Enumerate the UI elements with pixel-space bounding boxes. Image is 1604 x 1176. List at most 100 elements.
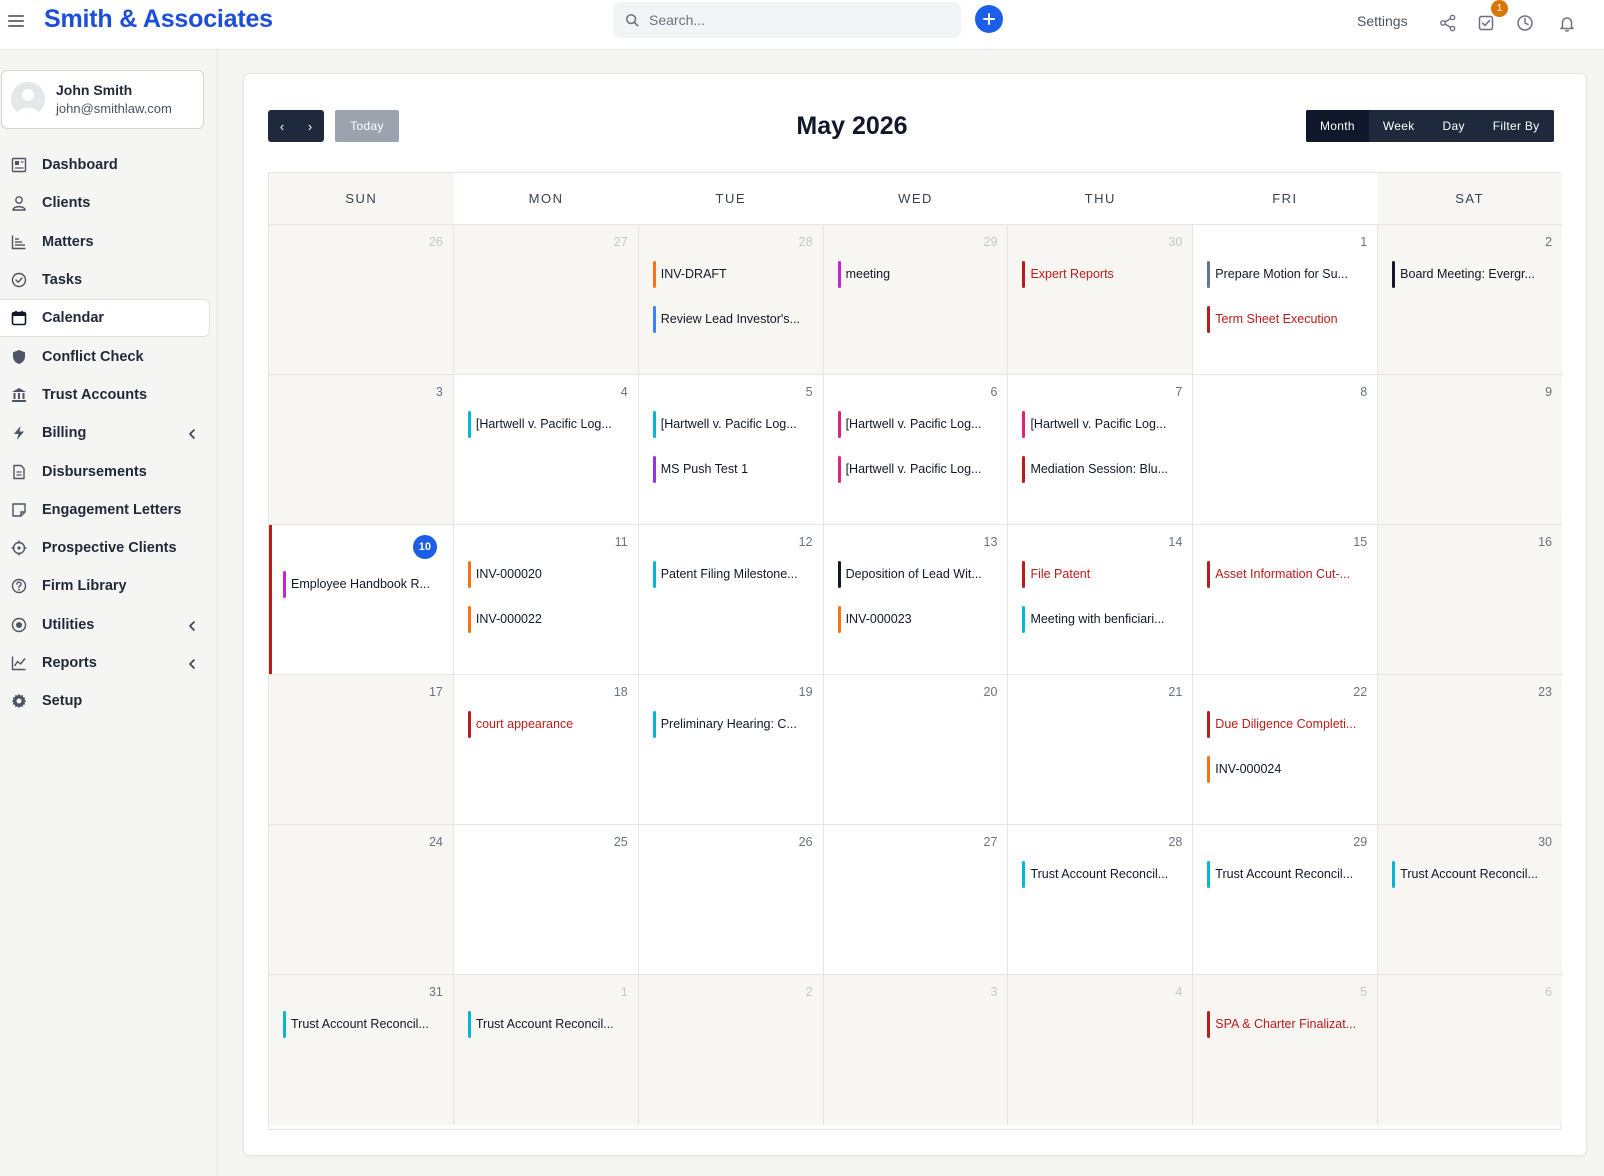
calendar-day-cell[interactable]: 17 bbox=[269, 675, 454, 824]
calendar-event[interactable]: File Patent bbox=[1022, 561, 1184, 588]
sidebar-item-billing[interactable]: Billing bbox=[0, 414, 218, 452]
brand-title[interactable]: Smith & Associates bbox=[44, 5, 273, 34]
calendar-day-cell-today[interactable]: 10 Employee Handbook R... bbox=[269, 525, 454, 674]
calendar-event[interactable]: Prepare Motion for Su... bbox=[1207, 261, 1369, 288]
sidebar-item-disbursements[interactable]: Disbursements bbox=[0, 452, 218, 490]
sidebar-item-prospective-clients[interactable]: Prospective Clients bbox=[0, 529, 218, 567]
calendar-day-cell[interactable]: 3 bbox=[823, 975, 1009, 1125]
calendar-day-cell[interactable]: 6 [Hartwell v. Pacific Log... [Hartwell v.… bbox=[823, 375, 1009, 524]
calendar-day-cell[interactable]: 29 Trust Account Reconcil... bbox=[1193, 825, 1379, 974]
calendar-day-cell[interactable]: 14 File Patent Meeting with benficiari... bbox=[1008, 525, 1194, 674]
calendar-day-cell[interactable]: 12 Patent Filing Milestone... bbox=[638, 525, 824, 674]
calendar-day-cell[interactable]: 26 bbox=[269, 225, 454, 374]
calendar-day-cell[interactable]: 1 Prepare Motion for Su... Term Sheet Exec… bbox=[1193, 225, 1379, 374]
calendar-day-cell[interactable]: 15 Asset Information Cut-... bbox=[1193, 525, 1379, 674]
calendar-day-cell[interactable]: 1 Trust Account Reconcil... bbox=[453, 975, 639, 1125]
calendar-day-cell[interactable]: 20 bbox=[823, 675, 1009, 824]
calendar-event[interactable]: Meeting with benficiari... bbox=[1022, 606, 1184, 633]
calendar-event[interactable]: SPA & Charter Finalizat... bbox=[1207, 1011, 1369, 1038]
calendar-day-cell[interactable]: 5 SPA & Charter Finalizat... bbox=[1193, 975, 1379, 1125]
prev-month-button[interactable]: ‹ bbox=[268, 110, 296, 142]
calendar-event[interactable]: INV-000020 bbox=[467, 561, 630, 588]
calendar-day-cell[interactable]: 30 Trust Account Reconcil... bbox=[1378, 825, 1563, 974]
calendar-day-cell[interactable]: 4 bbox=[1008, 975, 1194, 1125]
sidebar-item-calendar[interactable]: Calendar bbox=[0, 299, 210, 338]
calendar-event[interactable]: [Hartwell v. Pacific Log... bbox=[837, 456, 1000, 483]
calendar-day-cell[interactable]: 16 bbox=[1378, 525, 1563, 674]
calendar-event[interactable]: Trust Account Reconcil... bbox=[1022, 861, 1184, 888]
calendar-event[interactable]: INV-000023 bbox=[837, 606, 1000, 633]
hamburger-menu-icon[interactable] bbox=[8, 13, 24, 29]
view-week-button[interactable]: Week bbox=[1369, 110, 1429, 142]
sidebar-item-setup[interactable]: Setup bbox=[0, 682, 218, 720]
calendar-event[interactable]: Trust Account Reconcil... bbox=[283, 1011, 445, 1038]
calendar-day-cell[interactable]: 7 [Hartwell v. Pacific Log... Mediation Se… bbox=[1008, 375, 1194, 524]
chevron-left-icon[interactable] bbox=[186, 427, 198, 440]
calendar-event[interactable]: [Hartwell v. Pacific Log... bbox=[1022, 411, 1184, 438]
calendar-event[interactable]: Employee Handbook R... bbox=[283, 571, 445, 598]
calendar-day-cell[interactable]: 28 Trust Account Reconcil... bbox=[1008, 825, 1194, 974]
sidebar-item-trust-accounts[interactable]: Trust Accounts bbox=[0, 376, 218, 414]
calendar-day-cell[interactable]: 2 Board Meeting: Evergr... bbox=[1378, 225, 1563, 374]
calendar-event[interactable]: meeting bbox=[837, 261, 1000, 288]
calendar-day-cell[interactable]: 13 Deposition of Lead Wit... INV-000023 bbox=[823, 525, 1009, 674]
calendar-day-cell[interactable]: 19 Preliminary Hearing: C... bbox=[638, 675, 824, 824]
search-input[interactable] bbox=[649, 12, 939, 28]
calendar-event[interactable]: INV-000024 bbox=[1207, 756, 1369, 783]
calendar-event[interactable]: court appearance bbox=[467, 711, 630, 738]
sidebar-item-matters[interactable]: Matters bbox=[0, 223, 218, 261]
sidebar-item-engagement-letters[interactable]: Engagement Letters bbox=[0, 491, 218, 529]
calendar-event[interactable]: MS Push Test 1 bbox=[652, 456, 815, 483]
view-month-button[interactable]: Month bbox=[1306, 110, 1369, 142]
calendar-event[interactable]: Deposition of Lead Wit... bbox=[837, 561, 1000, 588]
calendar-event[interactable]: Asset Information Cut-... bbox=[1207, 561, 1369, 588]
search-box[interactable] bbox=[613, 2, 961, 38]
settings-link[interactable]: Settings bbox=[1357, 13, 1408, 29]
calendar-day-cell[interactable]: 23 bbox=[1378, 675, 1563, 824]
calendar-event[interactable]: Trust Account Reconcil... bbox=[1392, 861, 1554, 888]
filter-by-button[interactable]: Filter By bbox=[1479, 110, 1554, 142]
calendar-event[interactable]: INV-DRAFT bbox=[652, 261, 815, 288]
share-icon[interactable] bbox=[1437, 12, 1459, 34]
calendar-day-cell[interactable]: 27 bbox=[823, 825, 1009, 974]
calendar-day-cell[interactable]: 18 court appearance bbox=[453, 675, 639, 824]
user-profile-card[interactable]: John Smith john@smithlaw.com bbox=[1, 70, 204, 129]
calendar-day-cell[interactable]: 25 bbox=[453, 825, 639, 974]
calendar-day-cell[interactable]: 11 INV-000020 INV-000022 bbox=[453, 525, 639, 674]
calendar-day-cell[interactable]: 9 bbox=[1378, 375, 1563, 524]
calendar-event[interactable]: Review Lead Investor's... bbox=[652, 306, 815, 333]
calendar-event[interactable]: [Hartwell v. Pacific Log... bbox=[467, 411, 630, 438]
next-month-button[interactable]: › bbox=[296, 110, 324, 142]
calendar-day-cell[interactable]: 27 bbox=[453, 225, 639, 374]
calendar-day-cell[interactable]: 29 meeting bbox=[823, 225, 1009, 374]
calendar-day-cell[interactable]: 31 Trust Account Reconcil... bbox=[269, 975, 454, 1125]
add-new-button[interactable] bbox=[975, 5, 1003, 33]
sidebar-item-dashboard[interactable]: Dashboard bbox=[0, 146, 218, 184]
today-button[interactable]: Today bbox=[335, 110, 399, 142]
calendar-event[interactable]: Trust Account Reconcil... bbox=[467, 1011, 630, 1038]
calendar-event[interactable]: Expert Reports bbox=[1022, 261, 1184, 288]
calendar-day-cell[interactable]: 30 Expert Reports bbox=[1008, 225, 1194, 374]
calendar-event[interactable]: INV-000022 bbox=[467, 606, 630, 633]
sidebar-item-firm-library[interactable]: Firm Library bbox=[0, 567, 218, 605]
calendar-day-cell[interactable]: 24 bbox=[269, 825, 454, 974]
chevron-left-icon[interactable] bbox=[186, 657, 198, 669]
view-day-button[interactable]: Day bbox=[1429, 110, 1479, 142]
bell-icon[interactable] bbox=[1556, 12, 1578, 34]
calendar-day-cell[interactable]: 8 bbox=[1193, 375, 1379, 524]
clock-icon[interactable] bbox=[1514, 12, 1536, 34]
chevron-left-icon[interactable] bbox=[186, 619, 198, 631]
calendar-event[interactable]: Trust Account Reconcil... bbox=[1207, 861, 1369, 888]
calendar-event[interactable]: Term Sheet Execution bbox=[1207, 306, 1369, 333]
sidebar-item-tasks[interactable]: Tasks bbox=[0, 261, 218, 299]
calendar-event[interactable]: Patent Filing Milestone... bbox=[652, 561, 815, 588]
calendar-event[interactable]: Board Meeting: Evergr... bbox=[1392, 261, 1554, 288]
calendar-day-cell[interactable]: 26 bbox=[638, 825, 824, 974]
calendar-day-cell[interactable]: 3 bbox=[269, 375, 454, 524]
calendar-day-cell[interactable]: 2 bbox=[638, 975, 824, 1125]
calendar-day-cell[interactable]: 4 [Hartwell v. Pacific Log... bbox=[453, 375, 639, 524]
calendar-event[interactable]: Preliminary Hearing: C... bbox=[652, 711, 815, 738]
calendar-event[interactable]: Mediation Session: Blu... bbox=[1022, 456, 1184, 483]
calendar-day-cell[interactable]: 21 bbox=[1008, 675, 1194, 824]
calendar-day-cell[interactable]: 6 bbox=[1378, 975, 1563, 1125]
